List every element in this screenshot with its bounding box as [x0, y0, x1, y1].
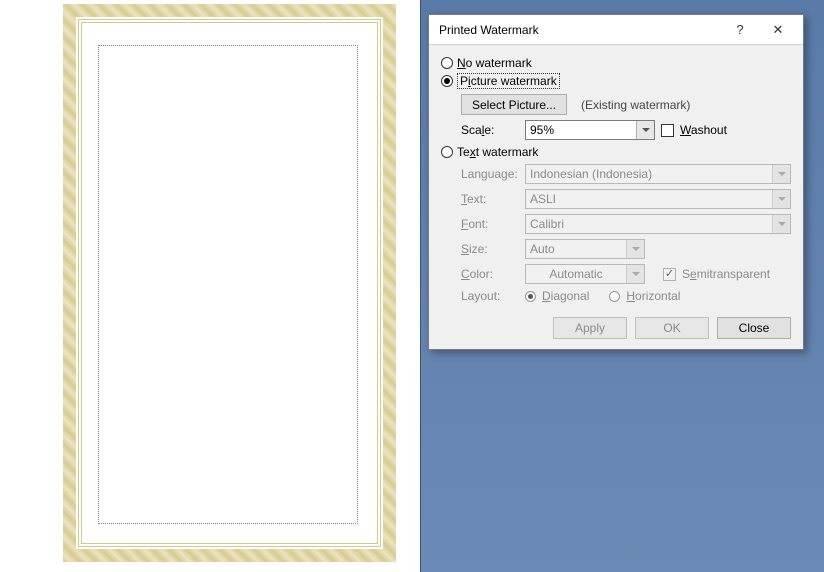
dialog-title: Printed Watermark — [439, 23, 721, 37]
size-value: Auto — [526, 242, 626, 256]
washout-checkbox[interactable] — [661, 124, 674, 137]
color-label: Color: — [461, 267, 519, 281]
scale-combo[interactable]: 95% — [525, 120, 655, 140]
color-value: Automatic — [526, 267, 626, 281]
layout-horizontal-radio — [609, 291, 620, 302]
close-icon: ✕ — [773, 22, 784, 38]
language-value: Indonesian (Indonesia) — [526, 167, 772, 181]
font-combo: Calibri — [525, 214, 791, 234]
page-margin-guide — [98, 45, 358, 524]
select-picture-button[interactable]: Select Picture... — [461, 94, 567, 115]
help-button[interactable]: ? — [721, 16, 759, 44]
text-watermark-group: Language: Indonesian (Indonesia) Text: A… — [461, 164, 791, 303]
picture-watermark-group: Select Picture... (Existing watermark) S… — [461, 94, 791, 140]
size-combo: Auto — [525, 239, 645, 259]
radio-icon — [441, 75, 453, 87]
chevron-down-icon — [626, 240, 644, 258]
ok-button: OK — [635, 317, 709, 339]
size-label: Size: — [461, 242, 519, 256]
text-combo: ASLI — [525, 189, 791, 209]
text-value: ASLI — [526, 192, 772, 206]
document-page — [28, 0, 406, 572]
radio-icon — [441, 146, 453, 158]
document-preview-area — [0, 0, 421, 572]
chevron-down-icon — [772, 190, 790, 208]
no-watermark-label: No watermark — [457, 56, 532, 70]
dialog-content: No watermark Picture watermark Select Pi… — [429, 45, 803, 349]
semitransparent-checkbox — [663, 268, 676, 281]
layout-diagonal-radio — [525, 291, 536, 302]
text-watermark-option[interactable]: Text watermark — [441, 145, 791, 159]
font-value: Calibri — [526, 217, 772, 231]
layout-diagonal-label: Diagonal — [542, 289, 589, 303]
dialog-button-row: Apply OK Close — [441, 317, 791, 339]
apply-button: Apply — [553, 317, 627, 339]
dialog-titlebar: Printed Watermark ? ✕ — [429, 15, 803, 45]
close-window-button[interactable]: ✕ — [759, 16, 797, 44]
help-icon: ? — [736, 22, 743, 37]
scale-label: Scale: — [461, 123, 519, 137]
font-label: Font: — [461, 217, 519, 231]
picture-watermark-label: Picture watermark — [457, 73, 560, 89]
chevron-down-icon — [626, 265, 644, 283]
picture-watermark-option[interactable]: Picture watermark — [441, 73, 791, 89]
radio-icon — [441, 57, 453, 69]
layout-label: Layout: — [461, 289, 519, 303]
chevron-down-icon — [636, 121, 654, 139]
color-combo: Automatic — [525, 264, 645, 284]
scale-value: 95% — [526, 123, 636, 137]
existing-watermark-label: (Existing watermark) — [581, 98, 690, 112]
chevron-down-icon — [772, 215, 790, 233]
language-combo: Indonesian (Indonesia) — [525, 164, 791, 184]
close-button[interactable]: Close — [717, 317, 791, 339]
language-label: Language: — [461, 167, 519, 181]
no-watermark-option[interactable]: No watermark — [441, 56, 791, 70]
semitransparent-label: Semitransparent — [682, 267, 770, 281]
washout-label: Washout — [680, 123, 727, 137]
text-watermark-label: Text watermark — [457, 145, 538, 159]
layout-horizontal-label: Horizontal — [626, 289, 680, 303]
text-label: Text: — [461, 192, 519, 206]
chevron-down-icon — [772, 165, 790, 183]
printed-watermark-dialog: Printed Watermark ? ✕ No watermark Pictu… — [428, 14, 804, 350]
